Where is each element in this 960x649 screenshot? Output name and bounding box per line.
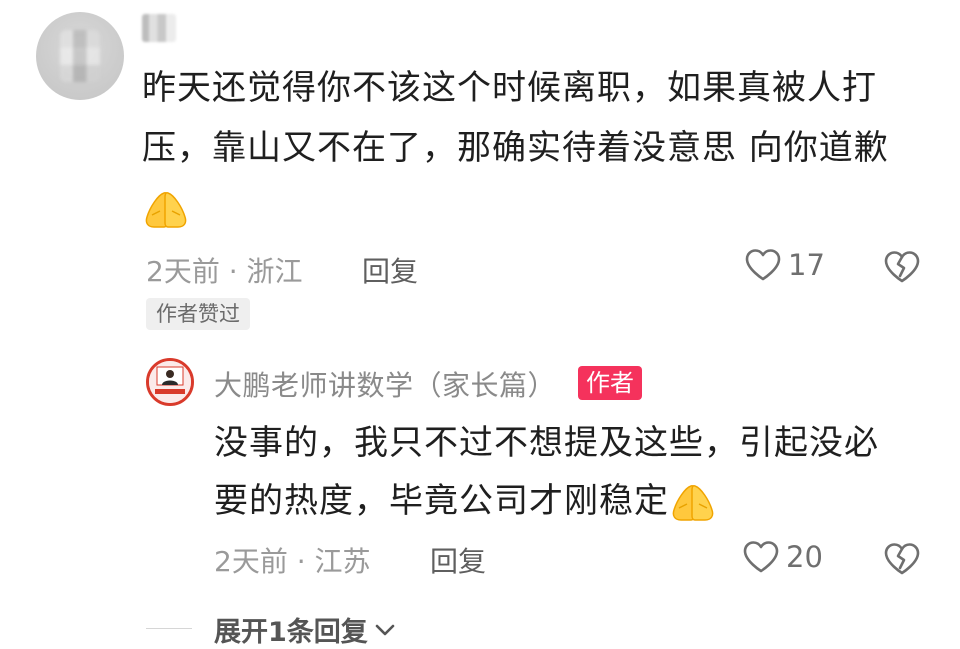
comment-like-button[interactable]: 17 — [744, 248, 825, 282]
expand-divider-line — [146, 628, 192, 629]
author-liked-badge: 作者赞过 — [146, 298, 250, 330]
teacher-avatar-icon — [149, 361, 191, 403]
comment-time-location: 2天前 · 浙江 — [146, 255, 303, 288]
reply-time-location: 2天前 · 江苏 — [214, 545, 371, 578]
comment-text-line-2: 压，靠山又不在了，那确实待着没意思 向你道歉 — [142, 128, 889, 168]
expand-replies-button[interactable]: 展开1条回复 — [214, 610, 396, 649]
comment-text: 昨天还觉得你不该这个时候离职，如果真被人打 压，靠山又不在了，那确实待着没意思 … — [142, 58, 932, 238]
reply-reply-button[interactable]: 回复 — [430, 540, 486, 580]
blurred-avatar-image — [60, 30, 100, 82]
chevron-down-icon — [375, 624, 395, 635]
broken-heart-icon[interactable] — [883, 250, 921, 284]
heart-outline-icon — [743, 541, 779, 573]
author-tag-badge: 作者 — [578, 366, 642, 400]
comment-like-count: 17 — [788, 248, 825, 282]
reply-text: 没事的，我只不过不想提及这些，引起没必 要的热度，毕竟公司才刚稳定 — [214, 414, 934, 530]
commenter-username-blurred[interactable] — [142, 14, 176, 42]
commenter-avatar[interactable] — [36, 12, 124, 100]
folded-hands-icon — [672, 485, 714, 521]
reply-author-avatar[interactable] — [146, 358, 194, 406]
heart-outline-icon — [745, 249, 781, 281]
reply-like-count: 20 — [786, 540, 823, 574]
folded-hands-icon — [145, 192, 187, 228]
comment-reply-button[interactable]: 回复 — [362, 250, 418, 290]
broken-heart-icon[interactable] — [883, 542, 921, 576]
expand-replies-label: 展开1条回复 — [214, 617, 368, 648]
reply-text-line-1: 没事的，我只不过不想提及这些，引起没必 — [214, 423, 879, 463]
reply-author-name[interactable]: 大鹏老师讲数学（家长篇） — [214, 364, 556, 404]
reply-like-button[interactable]: 20 — [742, 540, 823, 574]
reply-text-line-2: 要的热度，毕竟公司才刚稳定 — [214, 481, 669, 521]
comment-text-line-1: 昨天还觉得你不该这个时候离职，如果真被人打 — [142, 68, 877, 108]
